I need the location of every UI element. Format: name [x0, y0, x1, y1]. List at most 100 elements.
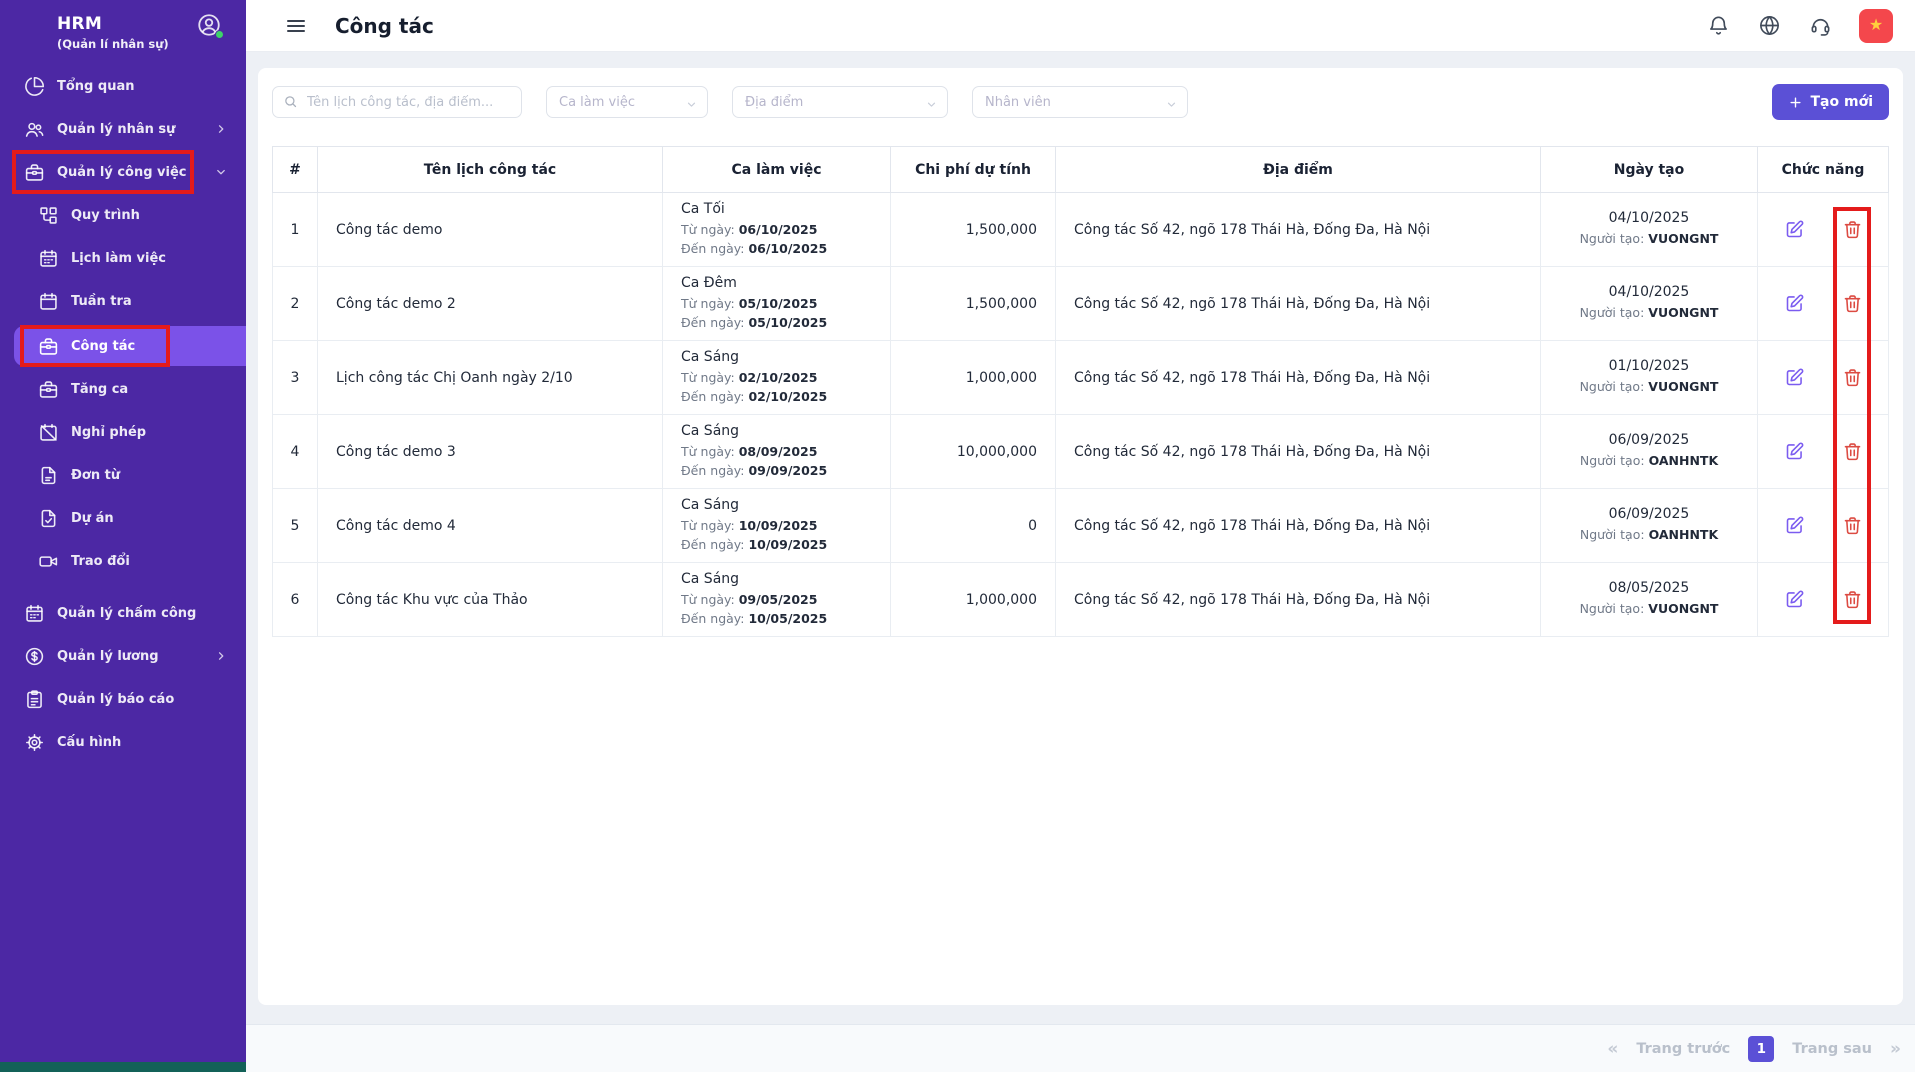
shift-name: Ca Sáng [681, 497, 890, 513]
sidebar-item-quan-ly-bao-cao[interactable]: Quản lý báo cáo [0, 681, 246, 717]
delete-button[interactable] [1841, 515, 1863, 537]
from-date: Từ ngày: 06/10/2025 [681, 221, 890, 239]
hamburger-menu-button[interactable] [284, 14, 308, 38]
prev-page-button[interactable]: Trang trước [1636, 1041, 1730, 1057]
sidebar-item-trao-doi[interactable]: Trao đổi [0, 543, 246, 579]
sidebar-item-quan-ly-luong[interactable]: Quản lý lương [0, 638, 246, 674]
shift-cell: Ca Sáng Từ ngày: 08/09/2025 Đến ngày: 09… [663, 415, 891, 489]
delete-button[interactable] [1841, 589, 1863, 611]
trip-location: Công tác Số 42, ngõ 178 Thái Hà, Đống Đa… [1056, 489, 1541, 563]
column-header-actions: Chức năng [1758, 147, 1889, 193]
search-box [272, 86, 522, 118]
actions-cell [1758, 267, 1889, 341]
sidebar: HRM (Quản lí nhân sự) Tổng quan Quản lý … [0, 0, 246, 1072]
edit-pencil-icon [1784, 367, 1805, 388]
edit-button[interactable] [1783, 367, 1805, 389]
language-button[interactable] [1757, 14, 1781, 38]
table-header: # Tên lịch công tác Ca làm việc Chi phí … [273, 147, 1889, 193]
sidebar-item-quan-ly-cong-viec[interactable]: Quản lý công việc [0, 154, 246, 190]
chevron-down-icon [685, 96, 698, 109]
hamburger-icon [284, 14, 308, 38]
next-page-button[interactable]: Trang sau [1792, 1041, 1872, 1057]
video-camera-icon [38, 551, 59, 572]
chevron-down-icon [925, 96, 938, 109]
edit-button[interactable] [1783, 441, 1805, 463]
delete-button[interactable] [1841, 441, 1863, 463]
sidebar-item-tang-ca[interactable]: Tăng ca [0, 371, 246, 407]
edit-pencil-icon [1784, 293, 1805, 314]
location-filter-select[interactable]: Địa điểm [732, 86, 948, 118]
edit-button[interactable] [1783, 589, 1805, 611]
user-profile-button[interactable] [196, 12, 222, 38]
to-date: Đến ngày: 02/10/2025 [681, 388, 890, 406]
shift-name: Ca Tối [681, 201, 890, 217]
calendar-icon [38, 291, 59, 312]
shift-name: Ca Sáng [681, 349, 890, 365]
trip-location: Công tác Số 42, ngõ 178 Thái Hà, Đống Đa… [1056, 193, 1541, 267]
shift-filter-select[interactable]: Ca làm việc [546, 86, 708, 118]
delete-button[interactable] [1841, 219, 1863, 241]
created-date: 08/05/2025 [1541, 580, 1757, 596]
current-page-button[interactable]: 1 [1748, 1036, 1774, 1062]
shift-cell: Ca Sáng Từ ngày: 09/05/2025 Đến ngày: 10… [663, 563, 891, 637]
support-button[interactable] [1808, 14, 1832, 38]
sidebar-item-lich-lam-viec[interactable]: Lịch làm việc [0, 240, 246, 276]
briefcase-icon [38, 336, 59, 357]
briefcase-icon [38, 379, 59, 400]
edit-pencil-icon [1784, 515, 1805, 536]
sidebar-item-quan-ly-nhan-su[interactable]: Quản lý nhân sự [0, 111, 246, 147]
column-header-trip-name: Tên lịch công tác [318, 147, 663, 193]
edit-button[interactable] [1783, 219, 1805, 241]
sidebar-item-du-an[interactable]: Dự án [0, 500, 246, 536]
created-date-cell: 01/10/2025 Người tạo: VUONGNT [1541, 341, 1758, 415]
table-row: 1 Công tác demo Ca Tối Từ ngày: 06/10/20… [273, 193, 1889, 267]
edit-button[interactable] [1783, 293, 1805, 315]
estimated-cost: 10,000,000 [891, 415, 1056, 489]
app-root: HRM (Quản lí nhân sự) Tổng quan Quản lý … [0, 0, 1915, 1072]
estimated-cost: 1,500,000 [891, 267, 1056, 341]
sidebar-item-quy-trinh[interactable]: Quy trình [0, 197, 246, 233]
sidebar-item-nghi-phep[interactable]: Nghỉ phép [0, 414, 246, 450]
edit-button[interactable] [1783, 515, 1805, 537]
plus-icon [1788, 95, 1803, 110]
sidebar-item-tuan-tra[interactable]: Tuần tra [0, 283, 246, 319]
gear-icon [24, 732, 45, 753]
actions-cell [1758, 193, 1889, 267]
employee-filter-select[interactable]: Nhân viên [972, 86, 1188, 118]
trip-location: Công tác Số 42, ngõ 178 Thái Hà, Đống Đa… [1056, 267, 1541, 341]
sidebar-item-cong-tac[interactable]: Công tác [14, 326, 246, 366]
trash-icon [1842, 441, 1863, 462]
sidebar-header: HRM (Quản lí nhân sự) [0, 0, 246, 62]
table-row: 5 Công tác demo 4 Ca Sáng Từ ngày: 10/09… [273, 489, 1889, 563]
sidebar-item-don-tu[interactable]: Đơn từ [0, 457, 246, 493]
sidebar-item-cau-hinh[interactable]: Cấu hình [0, 724, 246, 760]
sidebar-bottom-strip [0, 1062, 246, 1072]
trip-location: Công tác Số 42, ngõ 178 Thái Hà, Đống Đa… [1056, 415, 1541, 489]
created-date: 06/09/2025 [1541, 432, 1757, 448]
delete-button[interactable] [1841, 367, 1863, 389]
actions-cell [1758, 489, 1889, 563]
chevron-right-icon [214, 649, 228, 663]
trip-location: Công tác Số 42, ngõ 178 Thái Hà, Đống Đa… [1056, 341, 1541, 415]
prev-page-arrow[interactable]: « [1607, 1039, 1618, 1059]
create-new-button[interactable]: Tạo mới [1772, 84, 1890, 120]
notifications-button[interactable] [1706, 14, 1730, 38]
sidebar-item-quan-ly-cham-cong[interactable]: Quản lý chấm công [0, 595, 246, 631]
pagination: « Trang trước 1 Trang sau » [1607, 1036, 1901, 1062]
creator: Người tạo: OANHNTK [1541, 526, 1757, 544]
trash-icon [1842, 589, 1863, 610]
sidebar-item-tong-quan[interactable]: Tổng quan [0, 68, 246, 104]
created-date: 06/09/2025 [1541, 506, 1757, 522]
pie-chart-icon [24, 76, 45, 97]
trash-icon [1842, 219, 1863, 240]
content-card: Ca làm việc Địa điểm Nhân viên Tạo mới [258, 68, 1903, 1005]
delete-button[interactable] [1841, 293, 1863, 315]
vietnam-flag-button[interactable]: ★ [1859, 9, 1893, 43]
column-header-index: # [273, 147, 318, 193]
search-input[interactable] [272, 86, 522, 118]
created-date: 04/10/2025 [1541, 210, 1757, 226]
shift-cell: Ca Tối Từ ngày: 06/10/2025 Đến ngày: 06/… [663, 193, 891, 267]
next-page-arrow[interactable]: » [1890, 1039, 1901, 1059]
table-row: 4 Công tác demo 3 Ca Sáng Từ ngày: 08/09… [273, 415, 1889, 489]
trash-icon [1842, 515, 1863, 536]
